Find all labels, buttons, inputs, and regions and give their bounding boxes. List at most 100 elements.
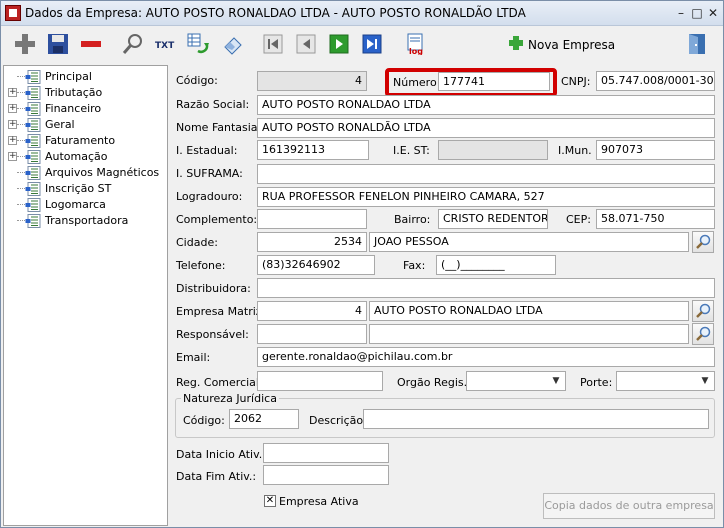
bairro-label: Bairro: (394, 213, 431, 226)
inscricao-municipal-label: I.Mun. (558, 144, 592, 157)
magnifier-icon (696, 303, 711, 318)
search-button[interactable] (121, 32, 145, 56)
tree-item-label: Principal (45, 70, 92, 83)
porte-label: Porte: (580, 376, 613, 389)
company-data-window: Dados da Empresa: AUTO POSTO RONALDAO LT… (0, 0, 724, 528)
empresa-ativa-checkbox[interactable]: ✕ (264, 495, 276, 507)
cidade-lookup-button[interactable] (692, 231, 714, 253)
document-list-icon (25, 102, 41, 116)
close-button[interactable]: ✕ (704, 4, 722, 22)
document-list-icon (25, 150, 41, 164)
reg-comercial-field[interactable] (257, 371, 383, 391)
razao-social-field[interactable]: AUTO POSTO RONALDAO LTDA (257, 95, 715, 115)
tree-item-label: Arquivos Magnéticos (45, 166, 160, 179)
tree-item-label: Inscrição ST (45, 182, 112, 195)
first-record-button[interactable] (261, 32, 285, 56)
document-list-icon (25, 214, 41, 228)
last-icon (362, 34, 382, 54)
complemento-field[interactable] (257, 209, 367, 229)
logradouro-field[interactable]: RUA PROFESSOR FENELON PINHEIRO CAMARA, 5… (257, 187, 715, 207)
codigo-field[interactable]: 4 (257, 71, 367, 91)
fax-field[interactable]: (__)________ (436, 255, 556, 275)
logradouro-label: Logradouro: (176, 190, 243, 203)
expand-icon[interactable]: + (8, 88, 17, 97)
magnifier-icon (122, 34, 142, 54)
reg-comercial-label: Reg. Comercial: (176, 376, 263, 389)
ie-st-label: I.E. ST: (393, 144, 430, 157)
app-icon (5, 5, 21, 21)
empresa-matriz-label: Empresa Matriz: (176, 305, 266, 318)
expand-icon[interactable]: + (8, 136, 17, 145)
expand-icon[interactable]: + (8, 104, 17, 113)
empresa-matriz-lookup-button[interactable] (692, 300, 714, 322)
tree-item-label: Financeiro (45, 102, 102, 115)
chevron-down-icon: ▼ (552, 376, 560, 386)
last-record-button[interactable] (360, 32, 384, 56)
data-fim-field[interactable] (263, 465, 389, 485)
inscricao-estadual-field[interactable]: 161392113 (257, 140, 369, 160)
responsavel-code-field[interactable] (257, 324, 367, 344)
inscricao-municipal-field[interactable]: 907073 (596, 140, 715, 160)
tree-item-label: Automação (45, 150, 108, 163)
razao-social-label: Razão Social: (176, 98, 250, 111)
previous-icon (296, 34, 316, 54)
document-list-icon (25, 166, 41, 180)
empresa-matriz-name-field[interactable]: AUTO POSTO RONALDAO LTDA (369, 301, 689, 321)
bairro-field[interactable]: CRISTO REDENTOR (438, 209, 548, 229)
ie-st-field[interactable] (438, 140, 548, 160)
responsavel-label: Responsável: (176, 328, 249, 341)
document-list-icon (25, 134, 41, 148)
minus-icon (81, 41, 101, 47)
window-title: Dados da Empresa: AUTO POSTO RONALDAO LT… (25, 6, 526, 20)
new-company-button[interactable]: Nova Empresa (528, 38, 615, 52)
expand-icon[interactable]: + (8, 152, 17, 161)
exit-button[interactable] (685, 32, 709, 56)
orgao-regis-label: Orgão Regis.: (397, 376, 471, 389)
empresa-matriz-code-field[interactable]: 4 (257, 301, 367, 321)
document-list-icon (25, 70, 41, 84)
expand-icon[interactable]: + (8, 120, 17, 129)
txt-file-icon: TXT (155, 41, 175, 51)
export-txt-button[interactable]: TXT (153, 32, 177, 56)
porte-select[interactable]: ▼ (616, 371, 715, 391)
copy-company-data-button[interactable]: Copia dados de outra empresa (543, 493, 715, 519)
previous-record-button[interactable] (294, 32, 318, 56)
tree-connector (17, 156, 25, 157)
responsavel-name-field[interactable] (369, 324, 689, 344)
cep-field[interactable]: 58.071-750 (596, 209, 715, 229)
natureza-descricao-field[interactable] (363, 409, 709, 429)
codigo-label: Código: (176, 74, 218, 87)
data-inicio-field[interactable] (263, 443, 389, 463)
responsavel-lookup-button[interactable] (692, 323, 714, 345)
telefone-field[interactable]: (83)32646902 (257, 255, 375, 275)
cnpj-field[interactable]: 05.747.008/0001-30 (596, 71, 715, 91)
suframa-label: I. SUFRAMA: (176, 167, 243, 180)
plus-icon (15, 34, 35, 54)
delete-button[interactable] (79, 32, 103, 56)
log-button[interactable]: log (404, 32, 428, 56)
eraser-button[interactable] (221, 32, 245, 56)
refresh-grid-button[interactable] (186, 32, 210, 56)
navigation-tree: Principal + Tributação + Financeiro + Geral + Fa… (3, 65, 168, 526)
first-icon (263, 34, 283, 54)
email-field[interactable]: gerente.ronaldao@pichilau.com.br (257, 347, 715, 367)
tree-item-label: Tributação (45, 86, 103, 99)
numero-field[interactable]: 177741 (438, 72, 550, 91)
cidade-name-field[interactable]: JOAO PESSOA (369, 232, 689, 252)
suframa-field[interactable] (257, 164, 715, 184)
magnifier-icon (696, 326, 711, 341)
orgao-regis-select[interactable]: ▼ (466, 371, 566, 391)
natureza-codigo-field[interactable]: 2062 (229, 409, 299, 429)
save-button[interactable] (46, 32, 70, 56)
cidade-code-field[interactable]: 2534 (257, 232, 367, 252)
nome-fantasia-field[interactable]: AUTO POSTO RONALDÃO LTDA (257, 118, 715, 138)
title-bar[interactable]: Dados da Empresa: AUTO POSTO RONALDAO LT… (1, 1, 723, 26)
next-record-button[interactable] (327, 32, 351, 56)
add-button[interactable] (13, 32, 37, 56)
natureza-juridica-title: Natureza Jurídica (181, 392, 279, 405)
svg-text:log: log (409, 47, 423, 55)
tree-connector (17, 188, 25, 189)
tree-connector (17, 204, 25, 205)
document-list-icon (25, 118, 41, 132)
distribuidora-field[interactable] (257, 278, 715, 298)
